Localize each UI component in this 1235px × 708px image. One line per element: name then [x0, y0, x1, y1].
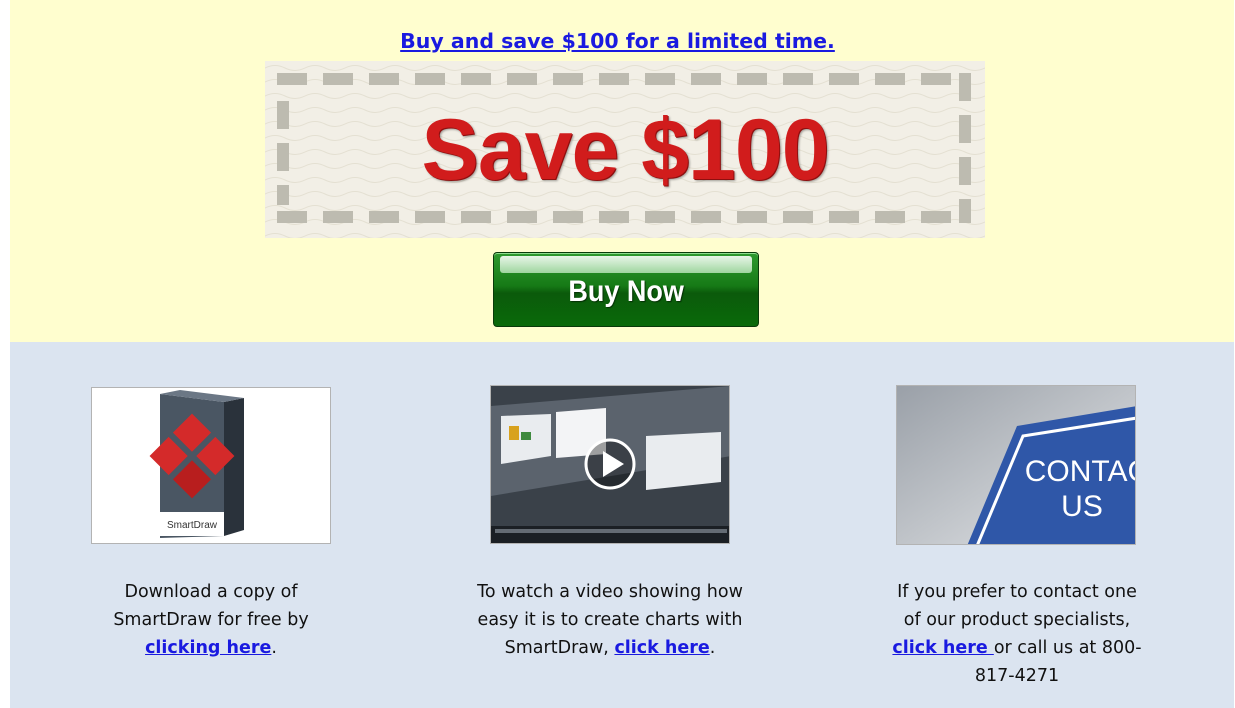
promo-headline-link[interactable]: Buy and save $100 for a limited time.	[0, 29, 1235, 53]
video-preview	[491, 386, 729, 543]
buy-now-button[interactable]: Buy Now	[493, 252, 759, 327]
video-link[interactable]: click here	[614, 638, 709, 658]
download-text: Download a copy of SmartDraw for free by…	[113, 582, 309, 658]
contact-sign-icon: CONTAC US	[897, 386, 1136, 544]
contact-link[interactable]: click here	[892, 638, 993, 658]
contact-text: If you prefer to contact one of our prod…	[892, 582, 1142, 686]
download-link[interactable]: clicking here	[145, 638, 271, 658]
buy-now-label: Buy Now	[568, 274, 684, 308]
contact-sign-line-2: US	[1061, 490, 1103, 523]
contact-us-image[interactable]: CONTAC US	[896, 385, 1136, 545]
save-coupon-image[interactable]: Save $100	[265, 61, 985, 238]
smartdraw-box-image[interactable]: SmartDraw	[91, 387, 331, 544]
product-box-label: SmartDraw	[167, 520, 218, 531]
video-text: To watch a video showing how easy it is …	[477, 582, 743, 658]
contact-sign-line-1: CONTAC	[1025, 455, 1136, 488]
product-box-icon: SmartDraw	[149, 390, 244, 538]
video-thumbnail[interactable]	[490, 385, 730, 544]
coupon-text: Save $100	[421, 102, 829, 198]
